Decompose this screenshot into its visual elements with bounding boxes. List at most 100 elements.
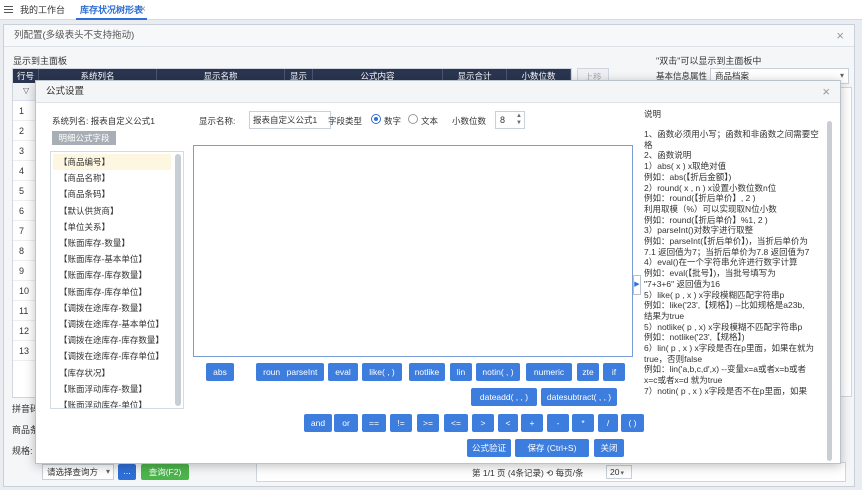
- operator-button[interactable]: !=: [390, 414, 412, 432]
- help-scrollbar[interactable]: [827, 121, 832, 461]
- operator-button[interactable]: *: [572, 414, 594, 432]
- page-size-value: 20: [610, 467, 620, 477]
- function-button[interactable]: parseInt: [280, 363, 324, 381]
- query-button[interactable]: 查询(F2): [141, 464, 189, 480]
- help-line: 利用取模（%）可以实现取N位小数: [644, 203, 777, 214]
- help-line: 结果为true: [644, 310, 685, 321]
- help-line: 7.1 返回值为7；当折后单价为7.8 返回值为7: [644, 246, 810, 257]
- formula-field-item[interactable]: 【单位关系】: [53, 219, 171, 235]
- type-number-radio[interactable]: [371, 114, 381, 124]
- help-line: 1、函数必须用小写；函数和非函数之间需要空: [644, 129, 819, 139]
- formula-field-item[interactable]: 【调拨在途库存-库存数量】: [53, 332, 171, 348]
- decimal-places-stepper[interactable]: 8 ▲ ▼: [495, 111, 525, 129]
- menu-icon[interactable]: [4, 6, 13, 14]
- tab-my-workbench[interactable]: 我的工作台: [16, 0, 69, 20]
- formula-editor[interactable]: [193, 145, 633, 357]
- query-method-select[interactable]: 请选择查询方 ▾: [42, 464, 114, 480]
- help-line: 4）eval()在一个字符串允许进行数字计算: [644, 257, 798, 268]
- help-line: 例如：lin('a,b,c,d',x) --变量x=a或者x=b或者: [644, 364, 806, 375]
- field-type-label: 字段类型: [328, 116, 363, 126]
- function-button[interactable]: notlike: [409, 363, 445, 381]
- operator-button[interactable]: ==: [362, 414, 386, 432]
- help-line: x=c或者x=d 就为true: [644, 375, 723, 386]
- operator-button[interactable]: <: [498, 414, 518, 432]
- type-text-label: 文本: [421, 116, 439, 126]
- type-text-radio[interactable]: [408, 114, 418, 124]
- chevron-down-icon: ▾: [105, 467, 110, 476]
- help-line: 5）like( p , x ) x字段模糊匹配字符串p: [644, 289, 785, 300]
- formula-field-item[interactable]: 【账面浮动库存-单位】: [53, 397, 171, 408]
- column-config-title: 列配置(多级表头不支持拖动): [4, 25, 854, 47]
- function-button[interactable]: datesubtract( , , ): [541, 388, 617, 406]
- more-options-button[interactable]: ...: [118, 464, 136, 480]
- help-panel: 说明 1、函数必须用小写；函数和非函数之间需要空格 2、函数说明 1）abs( x …: [640, 99, 830, 459]
- tab-close-icon[interactable]: ×: [140, 0, 146, 20]
- formula-settings-dialog: 公式设置 × 系统列名: 报表自定义公式1 显示名称: 报表自定义公式1 字段类…: [35, 80, 841, 464]
- help-line: 例如：eval(【批号】)，当批号填写为: [644, 268, 776, 279]
- function-button[interactable]: lin: [450, 363, 472, 381]
- formula-field-item[interactable]: 【商品条码】: [53, 186, 171, 202]
- help-line: 格: [644, 139, 653, 150]
- operator-button[interactable]: /: [598, 414, 618, 432]
- column-config-close-icon[interactable]: ×: [836, 25, 844, 47]
- help-line: 6）lin( p , x ) x字段是否在p里面，如果在就为: [644, 343, 815, 354]
- pager-text: 第 1/1 页 (4条记录) ⟲ 每页/条: [472, 468, 584, 478]
- operator-button[interactable]: +: [521, 414, 543, 432]
- chevron-down-icon: ▾: [620, 470, 624, 477]
- function-button[interactable]: dateadd( , , ): [471, 388, 537, 406]
- page-size-select[interactable]: 20▾: [606, 465, 632, 479]
- formula-field-item[interactable]: 【库存状况】: [53, 365, 171, 381]
- formula-field-item[interactable]: 【默认供货商】: [53, 203, 171, 219]
- function-button[interactable]: eval: [328, 363, 358, 381]
- help-line: 1）abs( x ) x取绝对值: [644, 161, 727, 172]
- operator-button[interactable]: <=: [444, 414, 468, 432]
- formula-field-item[interactable]: 【账面浮动库存-数量】: [53, 381, 171, 397]
- function-button[interactable]: notin( , ): [476, 363, 520, 381]
- help-line: 5）notlike( p , x) x字段模糊不匹配字符串p: [644, 321, 803, 332]
- formula-field-item[interactable]: 【调拨在途库存-库存单位】: [53, 348, 171, 364]
- pager: 第 1/1 页 (4条记录) ⟲ 每页/条 20▾: [256, 462, 846, 482]
- formula-field-item[interactable]: 【账面库存-基本单位】: [53, 251, 171, 267]
- main-panel-label: 显示到主面板: [13, 56, 68, 66]
- operator-button[interactable]: or: [334, 414, 358, 432]
- function-button[interactable]: zte: [577, 363, 599, 381]
- operator-button[interactable]: >=: [417, 414, 439, 432]
- filter-icon[interactable]: ▽: [23, 86, 29, 95]
- formula-field-item[interactable]: 【调拨在途库存-数量】: [53, 300, 171, 316]
- fields-scrollbar[interactable]: [175, 154, 181, 406]
- help-line: 例如：round(【折后单价】, 2 ): [644, 193, 756, 204]
- help-title: 说明: [644, 109, 662, 119]
- function-button[interactable]: like( , ): [362, 363, 402, 381]
- help-line: 例如：like('23',【规格】) --比如规格是a23b,: [644, 300, 805, 311]
- display-name-input[interactable]: 报表自定义公式1: [249, 111, 331, 129]
- help-line: 7）notin( p , x ) x字段是否不在p里面，如果: [644, 385, 807, 396]
- type-number-label: 数字: [384, 116, 402, 126]
- save-button[interactable]: 保存 (Ctrl+S): [515, 439, 589, 457]
- display-name-label: 显示名称:: [199, 116, 236, 126]
- help-line: 2）round( x , n ) x设置小数位数n位: [644, 182, 777, 193]
- function-button[interactable]: if: [603, 363, 625, 381]
- verify-formula-button[interactable]: 公式验证: [467, 439, 511, 457]
- formula-field-item[interactable]: 【账面库存-数量】: [53, 235, 171, 251]
- operator-button[interactable]: and: [304, 414, 332, 432]
- operator-button[interactable]: -: [547, 414, 569, 432]
- operator-button[interactable]: >: [472, 414, 494, 432]
- help-line: 3）parseInt()对数字进行取整: [644, 225, 754, 236]
- help-line: "7+3+6" 返回值为16: [644, 278, 720, 289]
- detail-formula-fields-tab[interactable]: 明细公式字段: [52, 131, 116, 145]
- formula-field-item[interactable]: 【账面库存-库存数量】: [53, 267, 171, 283]
- stepper-arrows-icon[interactable]: ▲ ▼: [516, 113, 522, 127]
- formula-field-item[interactable]: 【调拨在途库存-基本单位】: [53, 316, 171, 332]
- function-button[interactable]: numeric: [526, 363, 572, 381]
- system-column-name: 系统列名: 报表自定义公式1: [52, 116, 155, 126]
- formula-field-item[interactable]: 【商品编号】: [53, 154, 171, 170]
- spec-label: 规格:: [12, 446, 33, 456]
- tab-stock-tree-report[interactable]: 库存状况树形表: [76, 0, 148, 20]
- formula-field-item[interactable]: 【商品名称】: [53, 170, 171, 186]
- close-button[interactable]: 关闭: [594, 439, 624, 457]
- double-click-hint: "双击"可以显示到主面板中: [656, 56, 762, 66]
- formula-field-item[interactable]: 【账面库存-库存单位】: [53, 284, 171, 300]
- help-line: 2、函数说明: [644, 150, 692, 161]
- help-line: 例如：notlike('23',【规格】): [644, 332, 745, 343]
- function-button[interactable]: abs: [206, 363, 234, 381]
